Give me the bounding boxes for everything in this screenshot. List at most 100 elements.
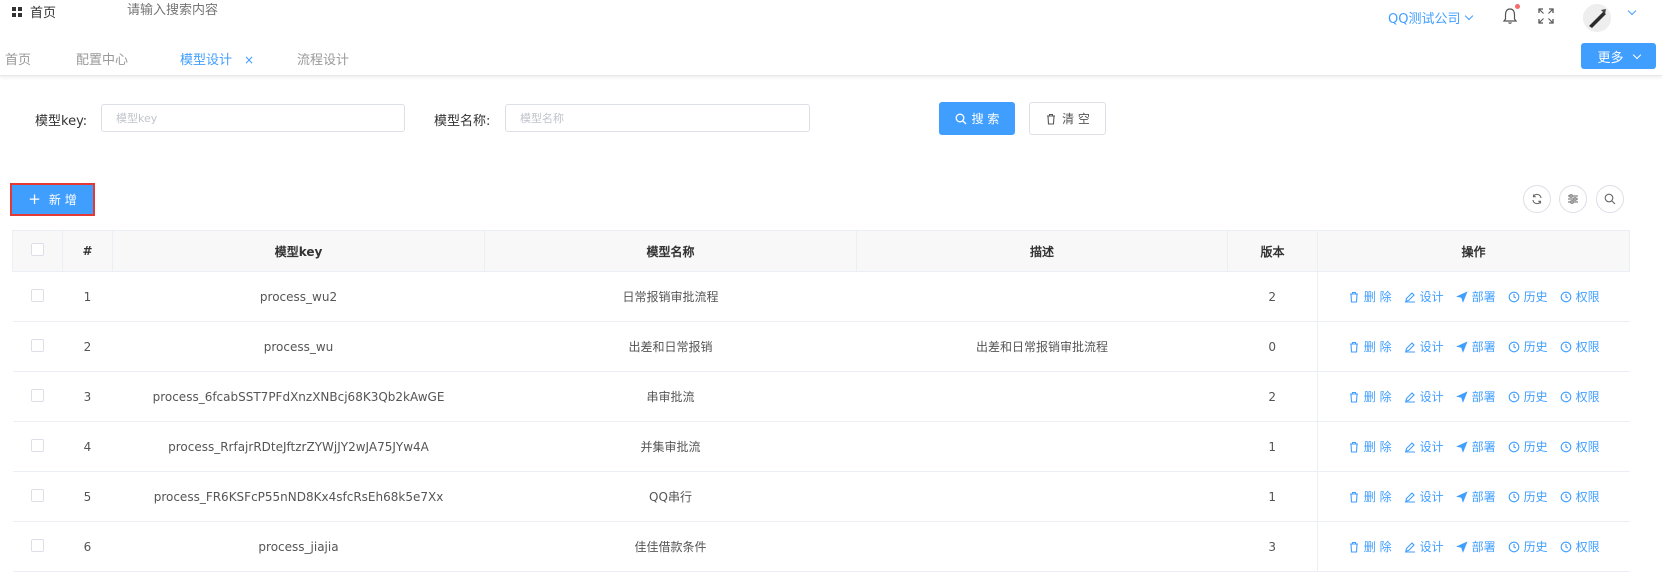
send-icon xyxy=(1455,340,1468,353)
history-button[interactable]: 历史 xyxy=(1508,488,1548,505)
row-description: 出差和日常报销审批流程 xyxy=(856,321,1228,372)
chevron-down-icon xyxy=(1632,50,1641,59)
refresh-icon xyxy=(1532,193,1542,205)
row-checkbox[interactable] xyxy=(31,488,44,502)
search-icon xyxy=(1604,193,1616,205)
row-checkbox[interactable] xyxy=(31,338,44,352)
permission-label: 权限 xyxy=(1575,340,1600,354)
bell-icon[interactable] xyxy=(1502,7,1518,25)
grid-menu-icon xyxy=(12,6,22,17)
deploy-button[interactable]: 部署 xyxy=(1455,288,1496,305)
history-button[interactable]: 历史 xyxy=(1508,388,1548,405)
delete-button[interactable]: 删 除 xyxy=(1348,438,1392,455)
fullscreen-icon[interactable] xyxy=(1538,8,1554,24)
tab-config-center[interactable]: 配置中心 xyxy=(76,49,128,68)
chevron-down-icon[interactable] xyxy=(1627,6,1637,16)
permission-button[interactable]: 权限 xyxy=(1560,288,1600,305)
search-icon xyxy=(955,113,967,124)
deploy-button[interactable]: 部署 xyxy=(1455,438,1496,455)
permission-button[interactable]: 权限 xyxy=(1560,438,1600,455)
row-checkbox[interactable] xyxy=(31,388,44,402)
table-row: 4 process_RrfajrRDteJftzrZYWjJY2wJA75JYw… xyxy=(12,421,1630,472)
delete-button[interactable]: 删 除 xyxy=(1348,338,1392,355)
clock-icon xyxy=(1560,341,1572,352)
row-checkbox[interactable] xyxy=(31,538,44,552)
model-table: # 模型key 模型名称 描述 版本 操作 1 process_wu2 日常报销… xyxy=(12,230,1630,572)
row-model-name: 并集审批流 xyxy=(484,421,857,472)
close-icon[interactable]: × xyxy=(244,53,254,67)
edit-icon xyxy=(1404,341,1415,353)
delete-button[interactable]: 删 除 xyxy=(1348,288,1392,305)
avatar[interactable] xyxy=(1583,4,1611,32)
clear-button[interactable]: 清 空 xyxy=(1029,102,1106,135)
model-name-input[interactable] xyxy=(505,104,810,132)
design-button[interactable]: 设计 xyxy=(1404,288,1444,305)
send-icon xyxy=(1455,440,1468,453)
toggle-search-button[interactable] xyxy=(1596,185,1624,213)
delete-label: 删 除 xyxy=(1363,340,1392,354)
delete-button[interactable]: 删 除 xyxy=(1348,388,1392,405)
history-button[interactable]: 历史 xyxy=(1508,338,1548,355)
clock-icon xyxy=(1560,441,1572,452)
row-actions: 删 除 设计 部署 历史 权限 xyxy=(1317,321,1630,372)
plus-icon: + xyxy=(28,190,41,208)
permission-button[interactable]: 权限 xyxy=(1560,488,1600,505)
tab-process-design[interactable]: 流程设计 xyxy=(297,49,349,68)
row-index: 5 xyxy=(62,471,113,522)
row-checkbox[interactable] xyxy=(31,438,44,452)
table-row: 5 process_FR6KSFcP55nND8Kx4sfcRsEh68k5e7… xyxy=(12,471,1630,522)
history-button[interactable]: 历史 xyxy=(1508,538,1548,555)
home-link[interactable]: 首页 xyxy=(12,2,56,21)
history-label: 历史 xyxy=(1523,440,1548,454)
trash-icon xyxy=(1349,291,1358,303)
sliders-icon xyxy=(1568,194,1578,204)
permission-button[interactable]: 权限 xyxy=(1560,338,1600,355)
tab-model-design-label: 模型设计 xyxy=(180,53,233,68)
row-index: 3 xyxy=(62,371,113,422)
model-key-input[interactable] xyxy=(101,104,405,132)
permission-label: 权限 xyxy=(1575,540,1600,554)
global-search-input[interactable] xyxy=(127,3,327,18)
delete-button[interactable]: 删 除 xyxy=(1348,538,1392,555)
select-all-checkbox[interactable] xyxy=(31,243,44,256)
design-button[interactable]: 设计 xyxy=(1404,388,1444,405)
row-actions: 删 除 设计 部署 历史 权限 xyxy=(1317,471,1630,522)
row-checkbox[interactable] xyxy=(31,288,44,302)
row-version: 2 xyxy=(1227,271,1318,322)
more-button[interactable]: 更多 xyxy=(1581,43,1656,69)
edit-icon xyxy=(1404,541,1415,553)
column-header-actions: 操作 xyxy=(1317,230,1630,272)
add-button[interactable]: + 新 增 xyxy=(10,183,95,216)
row-model-key: process_jiajia xyxy=(112,521,485,572)
deploy-button[interactable]: 部署 xyxy=(1455,388,1496,405)
tab-model-design[interactable]: 模型设计 × xyxy=(180,49,254,68)
design-button[interactable]: 设计 xyxy=(1404,438,1444,455)
delete-button[interactable]: 删 除 xyxy=(1348,488,1392,505)
permission-button[interactable]: 权限 xyxy=(1560,388,1600,405)
tab-home[interactable]: 首页 xyxy=(5,49,31,68)
row-model-key: process_6fcabSST7PFdXnzXNBcj68K3Qb2kAwGE xyxy=(112,371,485,422)
history-button[interactable]: 历史 xyxy=(1508,438,1548,455)
clock-icon xyxy=(1508,491,1520,502)
company-dropdown[interactable]: QQ测试公司 xyxy=(1388,8,1474,27)
column-settings-button[interactable] xyxy=(1559,185,1587,213)
deploy-label: 部署 xyxy=(1471,540,1496,554)
deploy-button[interactable]: 部署 xyxy=(1455,538,1496,555)
permission-label: 权限 xyxy=(1575,290,1600,304)
deploy-button[interactable]: 部署 xyxy=(1455,338,1496,355)
refresh-button[interactable] xyxy=(1523,185,1551,213)
permission-button[interactable]: 权限 xyxy=(1560,538,1600,555)
delete-label: 删 除 xyxy=(1363,290,1392,304)
clock-icon xyxy=(1508,541,1520,552)
history-button[interactable]: 历史 xyxy=(1508,288,1548,305)
design-button[interactable]: 设计 xyxy=(1404,338,1444,355)
design-button[interactable]: 设计 xyxy=(1404,538,1444,555)
trash-icon xyxy=(1349,541,1358,553)
design-button[interactable]: 设计 xyxy=(1404,488,1444,505)
deploy-button[interactable]: 部署 xyxy=(1455,488,1496,505)
clock-icon xyxy=(1560,391,1572,402)
search-button-label: 搜 索 xyxy=(971,112,1000,126)
row-model-key: process_RrfajrRDteJftzrZYWjJY2wJA75JYw4A xyxy=(112,421,485,472)
search-button[interactable]: 搜 索 xyxy=(939,102,1015,135)
table-header-row: # 模型key 模型名称 描述 版本 操作 xyxy=(12,230,1630,272)
